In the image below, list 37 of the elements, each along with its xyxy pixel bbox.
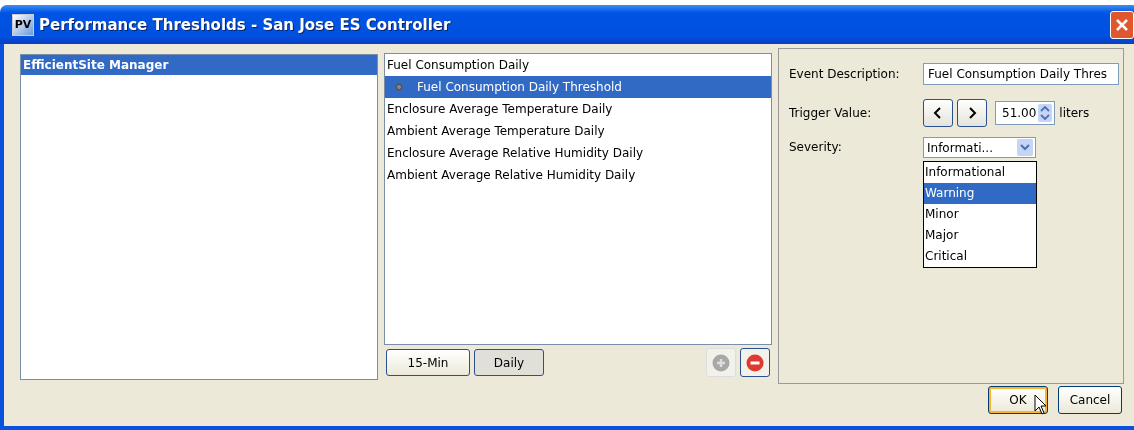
trigger-value-spinner[interactable]: 51.00 — [995, 101, 1056, 125]
field-label: Trigger Value: — [789, 106, 873, 120]
window-title: Performance Thresholds - San Jose ES Controller — [39, 15, 452, 34]
close-icon — [1114, 16, 1130, 33]
severity-dropdown[interactable]: Informati... — [923, 137, 1036, 158]
next-button[interactable] — [957, 99, 987, 127]
list-item[interactable]: Ambient Average Relative Humidity Daily — [385, 164, 771, 186]
chevron-left-icon — [933, 107, 943, 119]
field-label: Severity: — [789, 139, 843, 154]
dialog-button[interactable]: Cancel — [1058, 386, 1122, 414]
severity-option[interactable]: Minor — [924, 204, 1036, 225]
bullet-icon — [395, 83, 403, 91]
chevron-right-icon — [967, 107, 977, 119]
spinner-arrows-icon — [1038, 104, 1053, 122]
severity-option[interactable]: Informational — [924, 162, 1036, 183]
severity-option[interactable]: Warning — [924, 183, 1036, 204]
period-tab[interactable]: Daily — [474, 349, 544, 376]
period-tab[interactable]: 15-Min — [386, 349, 470, 376]
severity-option[interactable]: Critical — [924, 246, 1036, 267]
severity-option[interactable]: Major — [924, 225, 1036, 246]
remove-button[interactable] — [740, 348, 770, 377]
list-item[interactable]: Ambient Average Temperature Daily — [385, 120, 771, 142]
list-item[interactable]: Enclosure Average Temperature Daily — [385, 98, 771, 120]
previous-button[interactable] — [923, 99, 953, 127]
pointer-cursor-icon — [1034, 394, 1048, 416]
minus-icon — [746, 353, 764, 372]
description-field[interactable]: Fuel Consumption Daily Thres — [923, 63, 1119, 85]
list-item[interactable]: Fuel Consumption Daily Threshold — [385, 76, 771, 98]
list-item[interactable]: Enclosure Average Relative Humidity Daily — [385, 142, 771, 164]
field-label: Event Description: — [789, 67, 901, 81]
plus-icon — [712, 353, 730, 372]
close-button[interactable] — [1110, 10, 1134, 39]
list-item[interactable]: Fuel Consumption Daily — [385, 54, 771, 76]
unit-label: liters — [1059, 106, 1090, 120]
app-logo: PV — [12, 13, 34, 36]
site-item[interactable]: EfficientSite Manager — [21, 55, 377, 75]
item-label: Fuel Consumption Daily Threshold — [417, 79, 622, 96]
